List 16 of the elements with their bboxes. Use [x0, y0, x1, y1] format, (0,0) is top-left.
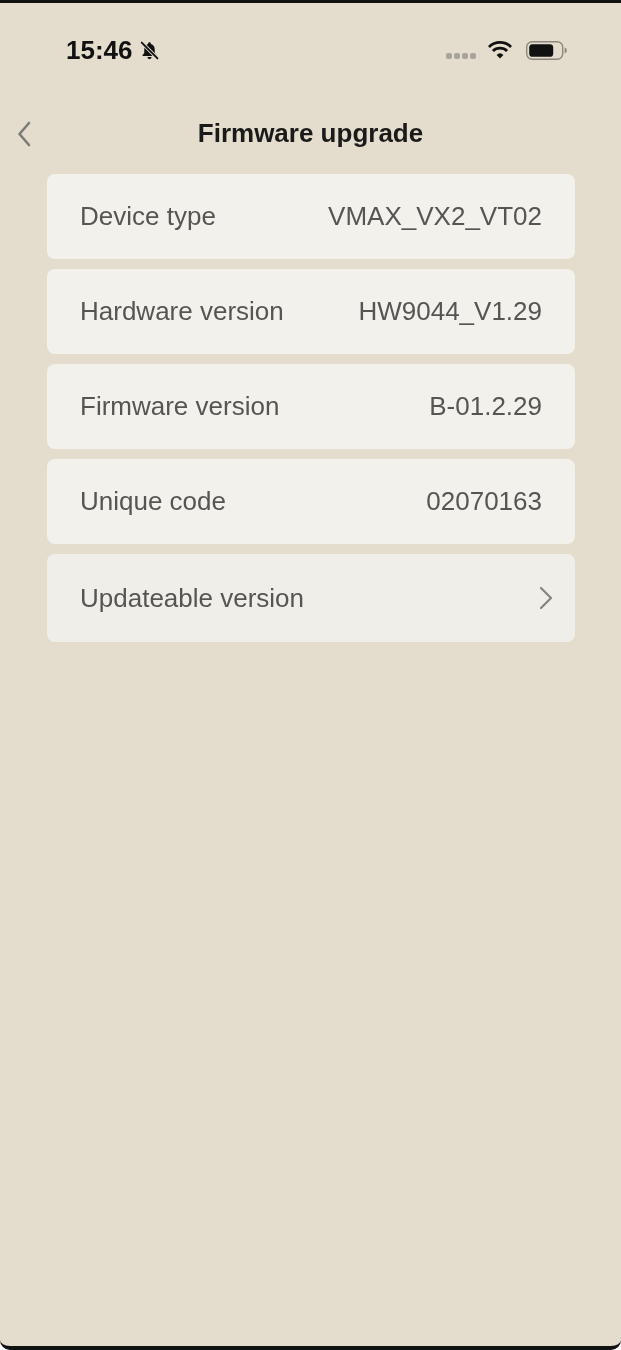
wifi-icon — [488, 40, 512, 59]
signal-dots-icon — [446, 52, 476, 59]
row-value: B-01.2.29 — [429, 391, 542, 422]
row-label: Firmware version — [80, 391, 280, 422]
row-label: Unique code — [80, 486, 226, 517]
list-row-button[interactable]: Updateable version — [47, 554, 575, 642]
row-value: HW9044_V1.29 — [358, 296, 542, 327]
row-value: 02070163 — [426, 486, 542, 517]
status-time: 15:46 — [66, 37, 133, 63]
row-value: VMAX_VX2_VT02 — [328, 201, 542, 232]
chevron-right-icon — [539, 586, 553, 610]
battery-icon — [526, 40, 567, 60]
row-label: Hardware version — [80, 296, 284, 327]
row-label: Device type — [80, 201, 216, 232]
page-title: Firmware upgrade — [197, 118, 424, 149]
chevron-left-icon — [17, 120, 31, 147]
